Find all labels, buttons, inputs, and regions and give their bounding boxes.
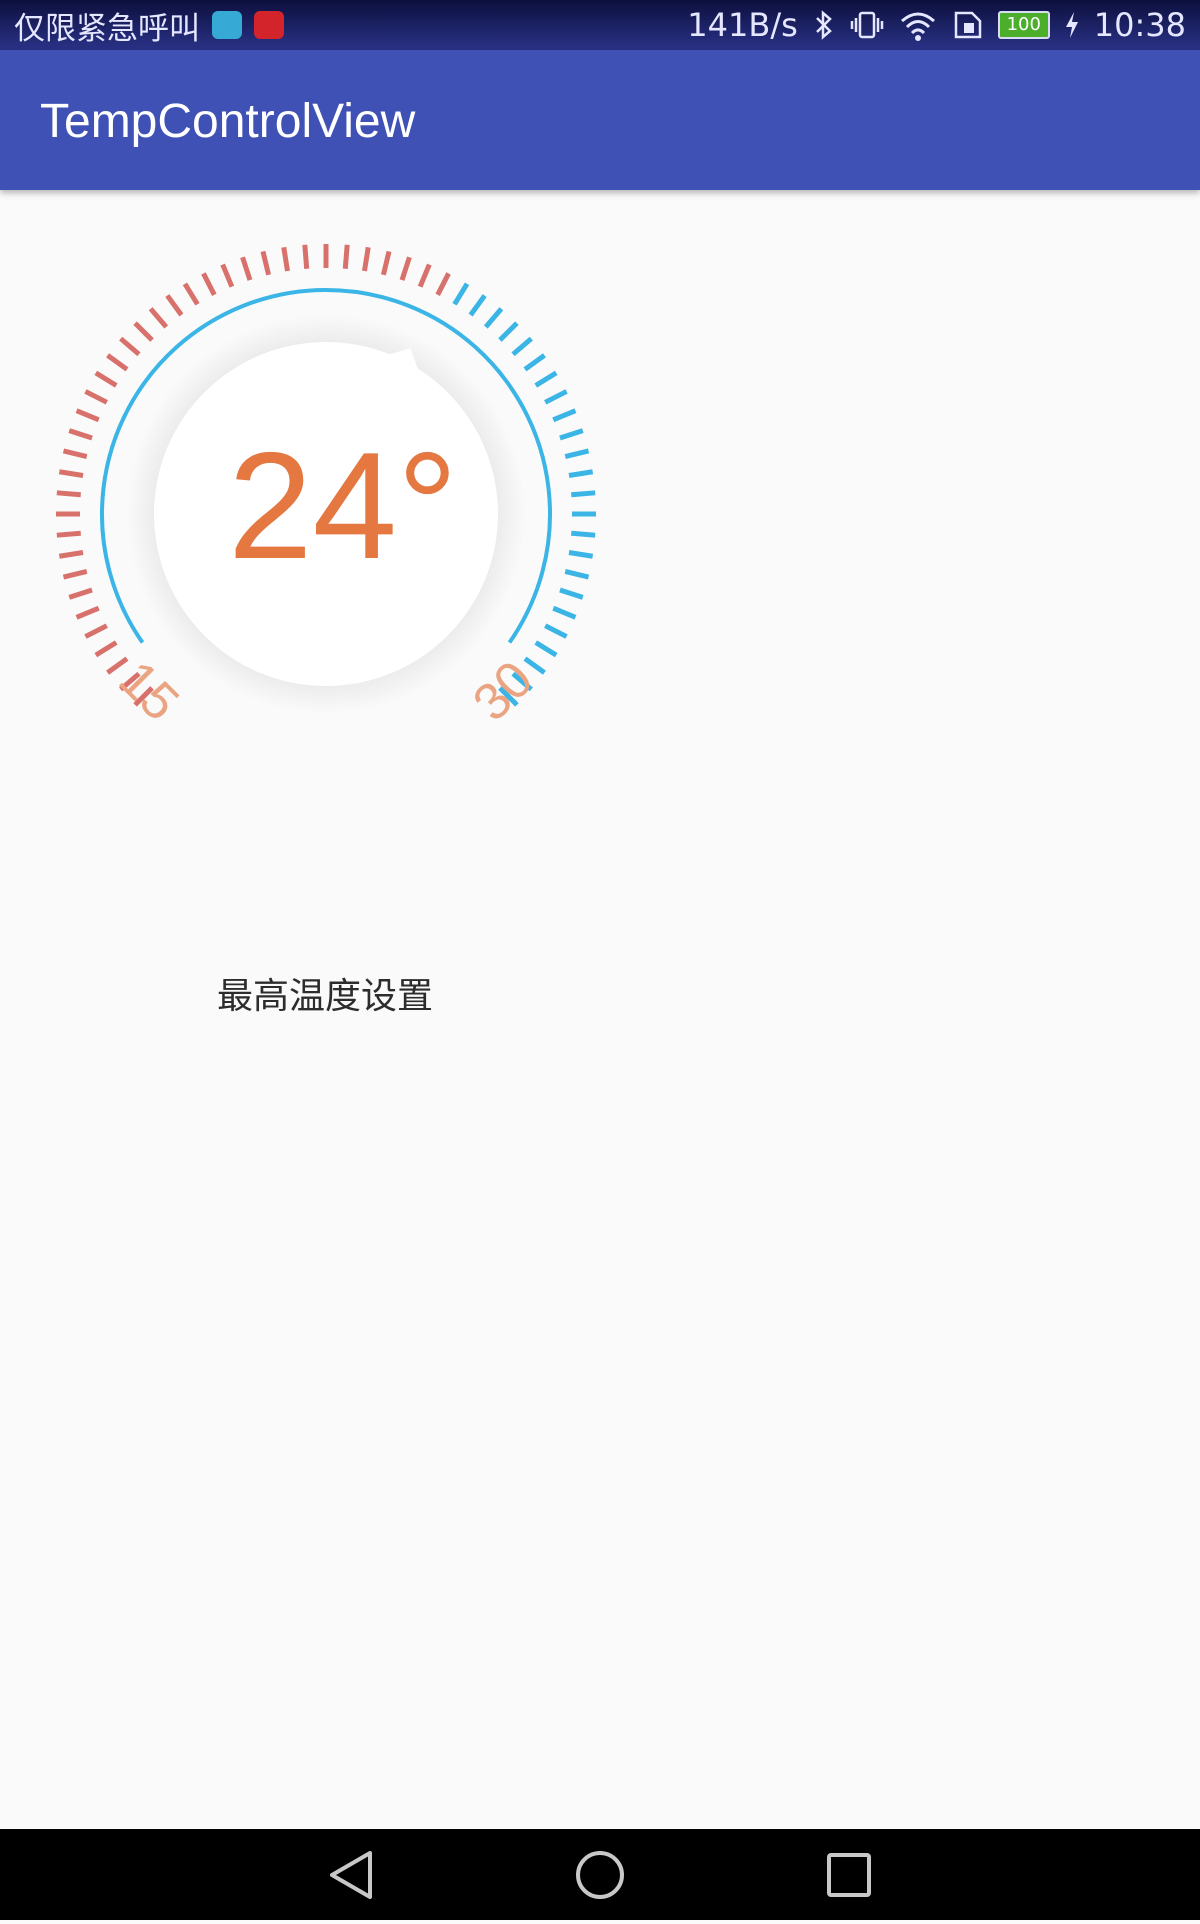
tick-mark <box>68 587 93 600</box>
tick-mark <box>106 656 129 675</box>
tick-mark <box>362 246 371 272</box>
tick-mark <box>435 272 451 296</box>
tick-mark <box>552 605 577 620</box>
tick-mark <box>564 448 590 460</box>
tick-mark <box>544 389 568 405</box>
wifi-icon <box>900 12 935 41</box>
tick-mark <box>559 587 584 600</box>
control-title: 最高温度设置 <box>216 976 433 1017</box>
recents-icon[interactable] <box>827 1853 871 1897</box>
nav-buttons <box>330 1851 871 1899</box>
tick-mark <box>523 353 546 372</box>
tick-mark <box>468 294 487 317</box>
sim-icon <box>954 11 982 39</box>
tick-mark <box>511 336 533 357</box>
vibrate-icon <box>850 11 884 39</box>
tick-mark <box>133 321 154 342</box>
tick-mark <box>58 550 84 559</box>
status-right: 141B/s 100 10:38 <box>687 0 1186 50</box>
tick-mark <box>106 353 129 372</box>
tick-mark <box>564 568 590 580</box>
home-icon[interactable] <box>576 1851 624 1899</box>
tick-mark <box>399 256 412 281</box>
back-icon[interactable] <box>330 1851 372 1899</box>
tick-mark <box>568 550 594 559</box>
tick-mark <box>302 244 310 269</box>
tick-mark <box>148 307 169 329</box>
tick-mark <box>84 389 108 405</box>
huawei-notification-icon <box>254 11 284 39</box>
tick-mark <box>571 490 596 498</box>
app-title: TempControlView <box>40 95 416 148</box>
tick-mark <box>75 408 100 423</box>
tick-mark <box>94 640 118 658</box>
tick-mark <box>240 256 253 281</box>
tick-mark <box>544 623 568 639</box>
tick-mark <box>62 568 88 580</box>
tick-mark <box>119 336 141 357</box>
tick-mark <box>58 469 84 478</box>
tick-mark <box>452 282 470 306</box>
temperature-value: 24° <box>228 421 458 591</box>
tick-mark <box>342 244 350 269</box>
tick-mark <box>201 272 217 296</box>
tick-mark <box>417 263 432 288</box>
tick-mark <box>552 408 577 423</box>
tick-mark <box>534 640 558 658</box>
tick-mark <box>62 448 88 460</box>
battery-icon: 100 <box>997 11 1050 39</box>
tick-mark <box>571 530 596 538</box>
tick-mark <box>260 250 272 276</box>
navigation-bar <box>0 1829 1200 1920</box>
tick-mark <box>220 263 235 288</box>
tick-mark <box>68 428 93 441</box>
tick-mark <box>534 370 558 388</box>
tick-mark <box>94 370 118 388</box>
charging-icon <box>1065 12 1078 38</box>
tick-mark <box>483 307 504 329</box>
temp-control-view[interactable]: 15 30 24° 最高温度设置 <box>40 230 610 1017</box>
tick-mark <box>84 623 108 639</box>
tick-mark <box>182 282 200 306</box>
carrier-text: 仅限紧急呼叫 <box>14 10 200 47</box>
android-notification-icon <box>212 11 242 39</box>
tick-mark <box>498 321 519 342</box>
tick-mark <box>56 530 81 538</box>
status-left: 仅限紧急呼叫 <box>14 0 284 50</box>
tick-mark <box>75 605 100 620</box>
tick-mark <box>568 469 594 478</box>
status-bar: 仅限紧急呼叫 141B/s 100 10:38 <box>0 0 1200 50</box>
network-speed: 141B/s <box>687 6 798 44</box>
tick-mark <box>281 246 290 272</box>
tick-mark <box>380 250 392 276</box>
tick-mark <box>165 294 184 317</box>
tick-mark <box>56 490 81 498</box>
tick-mark <box>523 656 546 675</box>
bluetooth-icon <box>815 10 832 40</box>
app-toolbar: TempControlView <box>0 50 1200 190</box>
clock-time: 10:38 <box>1093 6 1186 44</box>
tick-mark <box>559 428 584 441</box>
